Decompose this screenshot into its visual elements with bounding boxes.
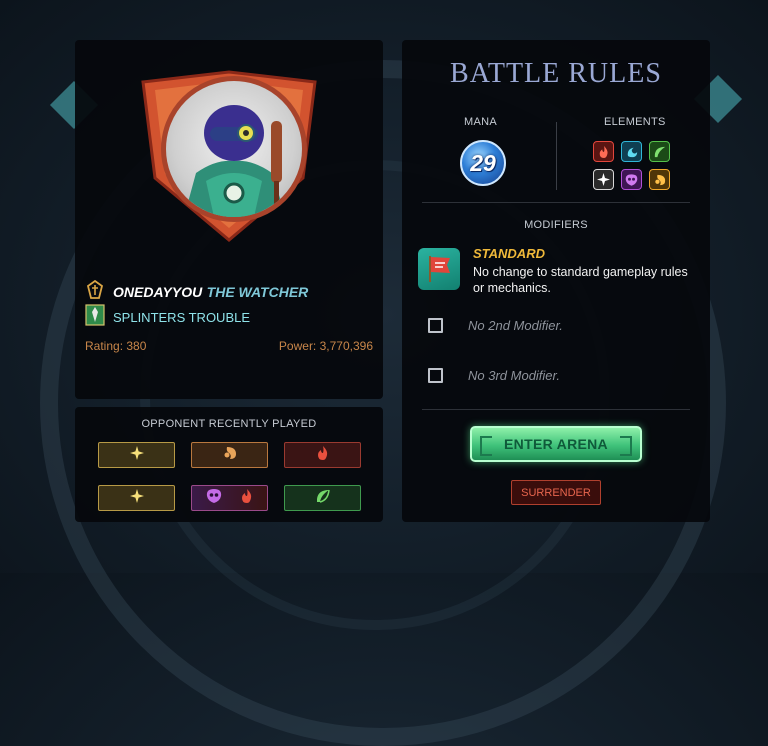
rules-divider <box>556 122 557 190</box>
guild-name[interactable]: SPLINTERS TROUBLE <box>113 310 250 325</box>
elements-label: ELEMENTS <box>604 116 666 128</box>
player-card: ONEDAYYOU THE WATCHER SPLINTERS TROUBLE … <box>75 40 383 399</box>
player-name[interactable]: ONEDAYYOU <box>113 284 202 300</box>
fire-icon <box>316 445 330 465</box>
modifier-3-checkbox[interactable] <box>428 368 443 383</box>
battle-rules-panel: BATTLE RULES MANA 29 ELEMENTS MODIFIERS … <box>402 40 710 522</box>
surrender-button[interactable]: SURRENDER <box>511 480 601 505</box>
opponent-recent-item <box>284 442 361 468</box>
mana-value: 29 <box>470 149 496 176</box>
opponent-recent-item <box>284 485 361 511</box>
modifier-name: STANDARD <box>473 246 545 261</box>
player-avatar <box>133 68 325 244</box>
opponent-recent-item <box>191 485 268 511</box>
battle-rules-title: BATTLE RULES <box>450 58 662 89</box>
opponent-recent-panel: OPPONENT RECENTLY PLAYED <box>75 407 383 522</box>
opponent-recent-item <box>191 442 268 468</box>
rules-divider-bottom <box>422 409 690 410</box>
surrender-label: SURRENDER <box>521 486 591 499</box>
mana-cap-badge: 29 <box>460 140 506 186</box>
life-icon <box>129 488 144 508</box>
player-rating: Rating: 380 <box>85 339 147 353</box>
player-title: THE WATCHER <box>206 283 309 300</box>
water-icon <box>316 489 330 508</box>
player-name-row: ONEDAYYOU THE WATCHER <box>85 279 309 305</box>
modifier-description: No change to standard gameplay rules or … <box>473 265 688 295</box>
life-icon[interactable] <box>593 169 614 190</box>
life-icon <box>129 445 144 465</box>
modifiers-label: MODIFIERS <box>524 219 588 231</box>
modifier-2-label: No 2nd Modifier. <box>468 318 563 333</box>
death-icon <box>206 488 222 508</box>
opponent-recent-item <box>98 442 175 468</box>
avatar-portrait <box>161 76 307 222</box>
modifier-2-checkbox[interactable] <box>428 318 443 333</box>
dragon-icon[interactable] <box>649 169 670 190</box>
enter-arena-button[interactable]: ENTER ARENA <box>470 426 642 462</box>
water-icon[interactable] <box>621 141 642 162</box>
standard-modifier-icon[interactable] <box>418 248 460 290</box>
player-power: Power: 3,770,396 <box>278 339 373 353</box>
enter-arena-label: ENTER ARENA <box>504 436 608 452</box>
player-league-icon <box>85 279 105 305</box>
fire-icon[interactable] <box>593 141 614 162</box>
earth-icon <box>223 446 237 465</box>
earth-icon[interactable] <box>649 141 670 162</box>
death-icon[interactable] <box>621 169 642 190</box>
opponent-recent-heading: OPPONENT RECENTLY PLAYED <box>141 418 317 430</box>
modifier-3-label: No 3rd Modifier. <box>468 368 560 383</box>
rules-divider-top <box>422 202 690 203</box>
opponent-recent-item <box>98 485 175 511</box>
guild-row: SPLINTERS TROUBLE <box>85 304 250 331</box>
fire-icon <box>240 488 254 508</box>
bracket-left <box>480 436 492 456</box>
mana-label: MANA <box>464 116 497 128</box>
guild-banner-icon <box>85 304 105 331</box>
bracket-right <box>620 436 632 456</box>
